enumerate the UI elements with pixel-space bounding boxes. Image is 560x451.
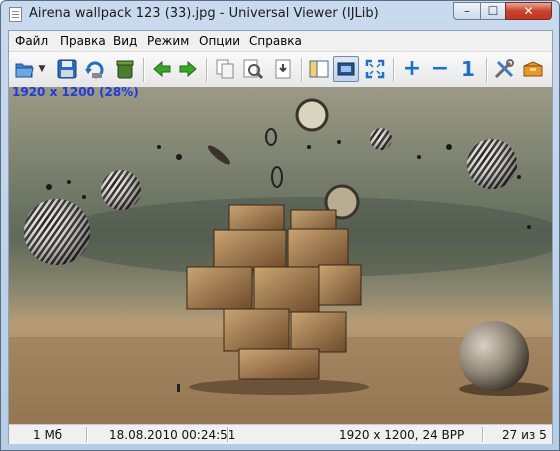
title-bar[interactable]: Airena wallpack 123 (33).jpg - Universal… bbox=[1, 1, 559, 29]
close-button[interactable]: ✕ bbox=[505, 2, 552, 20]
status-datetime: 18.08.2010 00:24:51 bbox=[109, 428, 236, 442]
floppy-disk-icon[interactable] bbox=[54, 56, 80, 82]
app-window: Airena wallpack 123 (33).jpg - Universal… bbox=[0, 0, 560, 451]
status-position: 27 из 5 bbox=[502, 428, 547, 442]
status-bar: 1 Mб 18.08.2010 00:24:51 1920 x 1200, 24… bbox=[9, 424, 552, 444]
status-separator bbox=[86, 427, 87, 442]
menu-help[interactable]: Справка bbox=[249, 34, 302, 48]
menu-bar: Файл Правка Вид Режим Опции Справка bbox=[9, 31, 552, 50]
chevron-down-icon[interactable]: ▼ bbox=[36, 56, 48, 82]
status-separator bbox=[482, 427, 483, 442]
menu-mode[interactable]: Режим bbox=[147, 34, 189, 48]
menu-edit[interactable]: Правка bbox=[60, 34, 106, 48]
minimize-button[interactable]: – bbox=[453, 2, 481, 20]
toolbar: ▼ + − 1 bbox=[9, 51, 552, 88]
folder-open-icon[interactable] bbox=[12, 56, 38, 82]
trash-can-icon[interactable] bbox=[112, 56, 138, 82]
window-title: Airena wallpack 123 (33).jpg - Universal… bbox=[29, 6, 379, 21]
reload-icon[interactable] bbox=[82, 56, 108, 82]
one-to-one-icon[interactable]: 1 bbox=[455, 56, 481, 82]
plus-icon[interactable]: + bbox=[399, 56, 425, 82]
status-separator bbox=[227, 427, 228, 442]
toolbar-separator bbox=[143, 58, 144, 82]
wallpaper-image bbox=[9, 87, 552, 424]
arrow-left-icon[interactable] bbox=[149, 56, 175, 82]
toolbar-separator bbox=[301, 58, 302, 82]
toolbar-separator bbox=[206, 58, 207, 82]
menu-options[interactable]: Опции bbox=[199, 34, 240, 48]
toolbar-separator bbox=[393, 58, 394, 82]
minus-icon[interactable]: − bbox=[427, 56, 453, 82]
panel-icon[interactable] bbox=[306, 56, 332, 82]
maximize-button[interactable]: ☐ bbox=[480, 2, 506, 20]
status-file-size: 1 Mб bbox=[33, 428, 63, 442]
toolbar-separator bbox=[486, 58, 487, 82]
arrow-right-icon[interactable] bbox=[175, 56, 201, 82]
menu-file[interactable]: Файл bbox=[15, 34, 48, 48]
copy-icon[interactable] bbox=[212, 56, 238, 82]
image-viewport[interactable]: 1920 x 1200 (28%) bbox=[9, 87, 552, 424]
goto-page-icon[interactable] bbox=[270, 56, 296, 82]
client-area: Файл Правка Вид Режим Опции Справка ▼ + … bbox=[8, 30, 553, 444]
menu-view[interactable]: Вид bbox=[113, 34, 137, 48]
document-app-icon bbox=[9, 7, 22, 22]
find-icon[interactable] bbox=[240, 56, 266, 82]
status-dimensions: 1920 x 1200, 24 BPP bbox=[339, 428, 465, 442]
fit-window-icon[interactable] bbox=[333, 56, 359, 82]
tools-icon[interactable] bbox=[491, 56, 517, 82]
image-info-overlay: 1920 x 1200 (28%) bbox=[12, 87, 139, 99]
fullscreen-icon[interactable] bbox=[362, 56, 388, 82]
box-icon[interactable] bbox=[520, 56, 546, 82]
